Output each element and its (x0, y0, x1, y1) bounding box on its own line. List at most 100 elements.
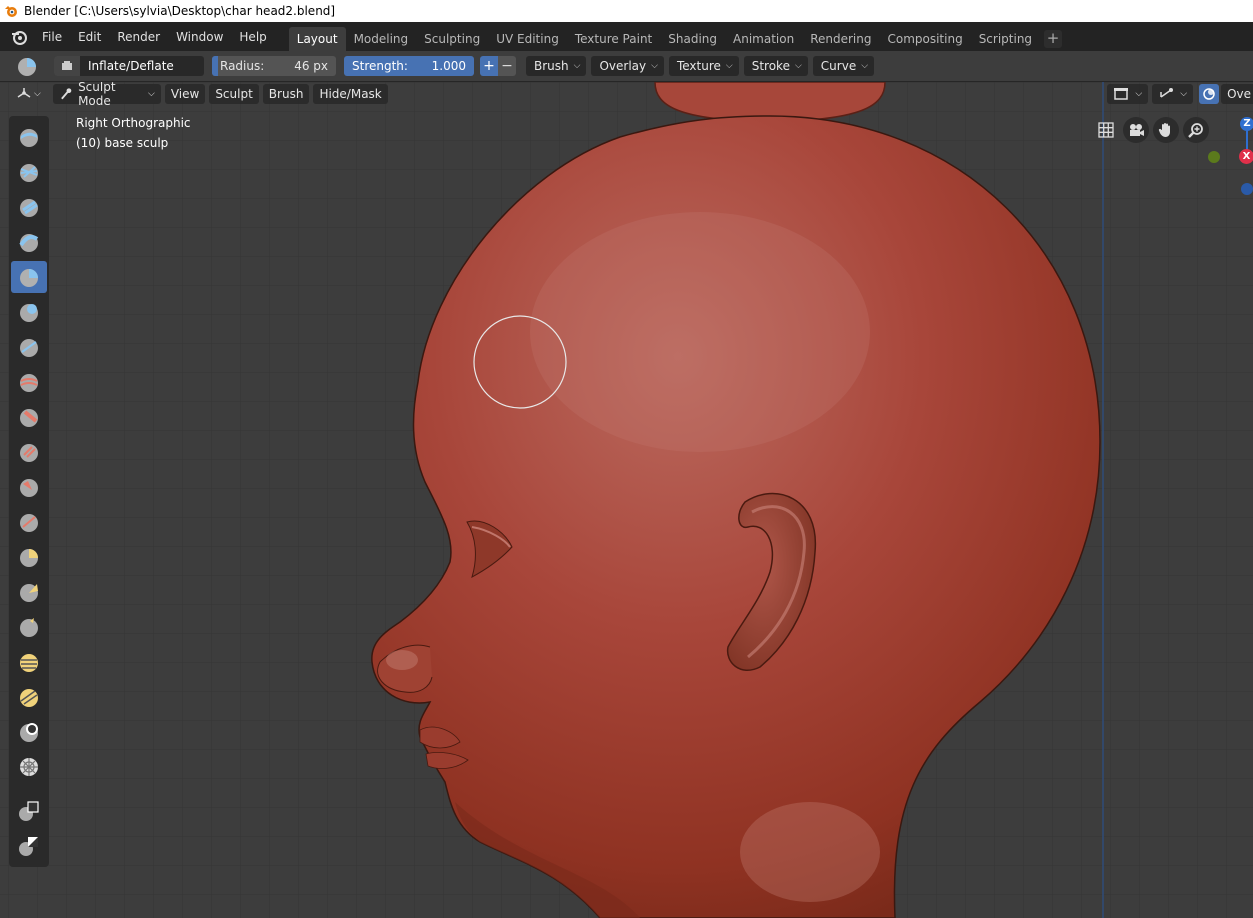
tab-compositing[interactable]: Compositing (879, 27, 970, 51)
menu-edit[interactable]: Edit (70, 26, 109, 48)
overlays-toggle-button[interactable] (1199, 84, 1220, 104)
window-title-bar: Blender [C:\Users\sylvia\Desktop\char he… (0, 0, 1253, 22)
menu-brush[interactable]: Brush (262, 84, 310, 104)
tab-rendering[interactable]: Rendering (802, 27, 879, 51)
gizmo-neg-y-axis[interactable] (1208, 151, 1220, 163)
tab-animation[interactable]: Animation (725, 27, 802, 51)
tab-sculpting[interactable]: Sculpting (416, 27, 488, 51)
stroke-dropdown[interactable]: Stroke ⌵ (743, 56, 808, 76)
viewport-header-right: ⌵ ⌵ Ove (1103, 82, 1253, 106)
strength-value: 1.000 (431, 59, 466, 73)
tool-fill[interactable] (11, 436, 47, 468)
editor-type-button[interactable]: ⌵ (10, 84, 47, 104)
tool-settings-bar: Inflate/Deflate Radius: 46 px Strength: … (0, 51, 1253, 82)
chevron-down-icon: ⌵ (148, 89, 155, 99)
tool-snake-hook[interactable] (11, 576, 47, 608)
object-info: (10) base sculp (76, 136, 169, 150)
crease-brush-icon (20, 339, 38, 357)
tool-clay[interactable] (11, 191, 47, 223)
brush-thumbnail-icon (54, 56, 80, 76)
overlays-dropdown[interactable]: Ove (1221, 84, 1253, 104)
tool-crease[interactable] (11, 331, 47, 363)
mode-selector[interactable]: Sculpt Mode ⌵ (52, 82, 161, 108)
sculpt-head-model[interactable] (0, 82, 1253, 918)
tool-inflate[interactable] (11, 261, 47, 293)
thumb-brush-icon (20, 618, 38, 637)
tab-modeling[interactable]: Modeling (346, 27, 417, 51)
zoom-icon (1188, 123, 1203, 138)
rotate-brush-icon (20, 654, 38, 672)
tool-thumb[interactable] (11, 611, 47, 643)
flatten-brush-icon (20, 409, 38, 427)
chevron-down-icon: ⌵ (651, 61, 658, 71)
pan-view-button[interactable] (1153, 117, 1179, 143)
gizmo-z-axis[interactable]: Z (1240, 117, 1253, 131)
menu-file[interactable]: File (34, 26, 70, 48)
smooth-brush-icon (20, 374, 38, 392)
3d-viewport[interactable]: ⌵ Sculpt Mode ⌵ View Sculpt Brush Hide/M… (0, 82, 1253, 918)
curve-dropdown[interactable]: Curve ⌵ (812, 56, 875, 76)
menu-render[interactable]: Render (109, 26, 168, 48)
tool-mask[interactable] (11, 716, 47, 748)
tool-smooth[interactable] (11, 366, 47, 398)
chevron-down-icon: ⌵ (861, 61, 869, 71)
object-types-icon (1114, 88, 1129, 100)
camera-view-button[interactable] (1123, 117, 1149, 143)
view-object-types-button[interactable]: ⌵ (1107, 84, 1149, 104)
brush-name: Inflate/Deflate (88, 59, 174, 73)
texture-dropdown[interactable]: Texture ⌵ (668, 56, 739, 76)
tool-box-mask[interactable] (11, 795, 47, 827)
tool-slide-relax[interactable] (11, 681, 47, 713)
tool-blob[interactable] (11, 296, 47, 328)
tool-box-hide[interactable] (11, 830, 47, 862)
toggle-camera-grid-button[interactable] (1093, 117, 1119, 143)
tool-rotate[interactable] (11, 646, 47, 678)
overlay-dropdown-label: Overlay (599, 59, 647, 73)
gizmo-toggle-button[interactable]: ⌵ (1152, 84, 1194, 104)
chevron-down-icon: ⌵ (573, 61, 581, 71)
tool-grab[interactable] (11, 541, 47, 573)
box-mask-icon (19, 801, 39, 821)
gizmo-neg-z-axis[interactable] (1241, 183, 1253, 195)
mode-label: Sculpt Mode (78, 82, 116, 108)
sculpt-brush-icon (60, 88, 72, 100)
clay-strips-brush-icon (19, 234, 39, 252)
menu-view[interactable]: View (164, 84, 206, 104)
tool-clay-strips[interactable] (11, 226, 47, 258)
tool-pinch[interactable] (11, 506, 47, 538)
blender-logo-icon (5, 6, 17, 17)
tab-layout[interactable]: Layout (288, 27, 346, 51)
tool-draw-sharp[interactable] (11, 156, 47, 188)
slide-relax-brush-icon (20, 689, 38, 707)
brush-selector[interactable]: Inflate/Deflate (54, 56, 204, 76)
inflate-brush-icon[interactable] (16, 55, 38, 77)
direction-add-button[interactable]: + (480, 56, 498, 76)
tab-scripting[interactable]: Scripting (971, 27, 1040, 51)
view-name: Right Orthographic (76, 116, 191, 130)
tool-flatten[interactable] (11, 401, 47, 433)
tool-simplify[interactable] (11, 751, 47, 783)
strength-slider[interactable]: Strength: 1.000 (344, 56, 474, 76)
radius-slider[interactable]: Radius: 46 px (212, 56, 336, 76)
camera-icon (1130, 124, 1144, 136)
tool-draw[interactable] (11, 121, 47, 153)
menu-sculpt[interactable]: Sculpt (209, 84, 259, 104)
window-title: Blender [C:\Users\sylvia\Desktop\char he… (24, 4, 336, 18)
overlay-dropdown[interactable]: Overlay ⌵ (591, 56, 664, 76)
add-workspace-button[interactable]: + (1044, 29, 1063, 48)
direction-subtract-button[interactable]: − (498, 56, 516, 76)
gizmo-x-axis[interactable]: X (1239, 149, 1253, 164)
tab-texture-paint[interactable]: Texture Paint (567, 27, 660, 51)
tab-uv-editing[interactable]: UV Editing (488, 27, 567, 51)
menu-window[interactable]: Window (168, 26, 231, 48)
chevron-down-icon: ⌵ (1180, 89, 1188, 99)
tool-scrape[interactable] (11, 471, 47, 503)
blender-menu-icon[interactable] (10, 28, 28, 46)
zoom-view-button[interactable] (1183, 117, 1209, 143)
tab-shading[interactable]: Shading (660, 27, 725, 51)
overlays-icon (1203, 88, 1215, 100)
brush-dropdown[interactable]: Brush ⌵ (526, 56, 587, 76)
menu-help[interactable]: Help (231, 26, 274, 48)
strength-label: Strength: (352, 59, 408, 73)
menu-hide-mask[interactable]: Hide/Mask (313, 84, 388, 104)
